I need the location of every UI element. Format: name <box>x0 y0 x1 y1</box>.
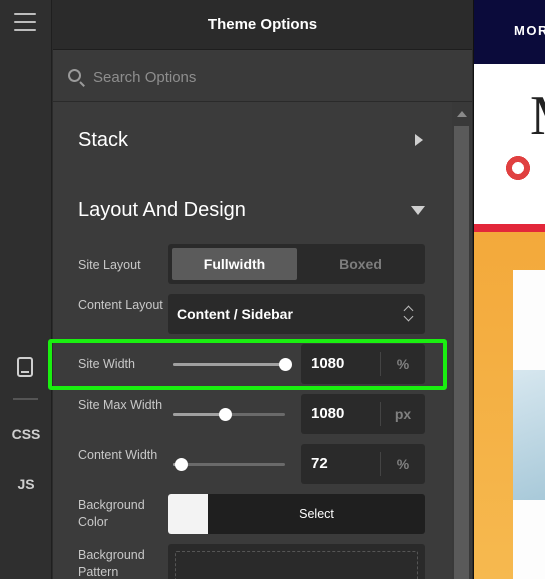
site-max-width-input[interactable] <box>311 405 376 422</box>
background-color-label: Background Color <box>78 498 145 529</box>
css-button[interactable]: CSS <box>0 426 52 442</box>
site-width-unit[interactable]: % <box>381 356 425 372</box>
content-width-number: % <box>301 444 425 484</box>
site-width-input[interactable] <box>311 355 376 372</box>
options-scroll-area: Stack Layout And Design Site Layout Full… <box>53 102 451 579</box>
background-pattern-label: Background Pattern <box>78 548 145 579</box>
preview-nav-item[interactable]: MOR <box>514 23 545 38</box>
site-max-width-unit[interactable]: px <box>381 406 425 422</box>
section-stack-title[interactable]: Stack <box>78 129 128 152</box>
slider-handle[interactable] <box>175 458 188 471</box>
scrollbar-thumb[interactable] <box>454 126 469 579</box>
preview-red-stripe <box>474 224 545 232</box>
section-layout-title[interactable]: Layout And Design <box>78 199 246 222</box>
panel-scrollbar[interactable] <box>452 102 471 579</box>
slider-track <box>173 463 285 466</box>
hamburger-icon[interactable] <box>14 13 36 33</box>
mobile-device-icon[interactable] <box>17 357 33 377</box>
site-max-width-slider[interactable] <box>173 407 285 421</box>
content-layout-value: Content / Sidebar <box>177 306 293 322</box>
boxed-button[interactable]: Boxed <box>298 248 423 280</box>
background-color-picker[interactable]: Select <box>168 494 425 534</box>
js-button[interactable]: JS <box>0 476 52 492</box>
background-pattern-picker[interactable] <box>168 544 425 579</box>
preview-logo-letter: M <box>530 84 545 148</box>
scroll-up-arrow-icon[interactable] <box>457 111 467 117</box>
select-chevrons-icon <box>403 306 413 322</box>
content-width-slider[interactable] <box>173 457 285 471</box>
color-swatch[interactable] <box>168 494 208 534</box>
search-input[interactable] <box>93 63 453 91</box>
slider-fill <box>173 413 225 416</box>
content-layout-label: Content Layout <box>78 298 163 312</box>
site-width-label: Site Width <box>78 357 135 371</box>
search-icon <box>68 69 81 82</box>
preview-navbar: MOR <box>474 0 545 64</box>
panel-header: Theme Options <box>53 0 472 50</box>
preview-image <box>513 370 545 500</box>
site-width-slider[interactable] <box>173 357 292 371</box>
theme-options-panel: Theme Options Stack Layout And Design Si… <box>53 0 472 579</box>
content-width-input[interactable] <box>311 455 376 472</box>
slider-handle[interactable] <box>279 358 292 371</box>
content-width-unit[interactable]: % <box>381 456 425 472</box>
caret-right-icon[interactable] <box>415 134 423 146</box>
fullwidth-button[interactable]: Fullwidth <box>172 248 297 280</box>
panel-title: Theme Options <box>207 16 318 33</box>
flower-logo-icon <box>498 148 538 188</box>
slider-handle[interactable] <box>219 408 232 421</box>
search-bar <box>53 51 472 102</box>
site-layout-toggle: Fullwidth Boxed <box>168 244 425 284</box>
icon-rail: CSS JS <box>0 0 52 579</box>
site-max-width-label: Site Max Width <box>78 398 163 412</box>
content-layout-select[interactable]: Content / Sidebar <box>168 294 425 334</box>
site-width-number: % <box>301 344 425 384</box>
content-width-label: Content Width <box>78 448 158 462</box>
rail-divider <box>13 398 38 400</box>
site-layout-label: Site Layout <box>78 258 141 272</box>
slider-fill <box>173 363 285 366</box>
site-preview[interactable]: MOR M <box>473 0 545 579</box>
pattern-dropzone[interactable] <box>175 551 418 579</box>
site-max-width-number: px <box>301 394 425 434</box>
color-select-button[interactable]: Select <box>208 507 425 521</box>
caret-down-icon[interactable] <box>411 206 425 215</box>
